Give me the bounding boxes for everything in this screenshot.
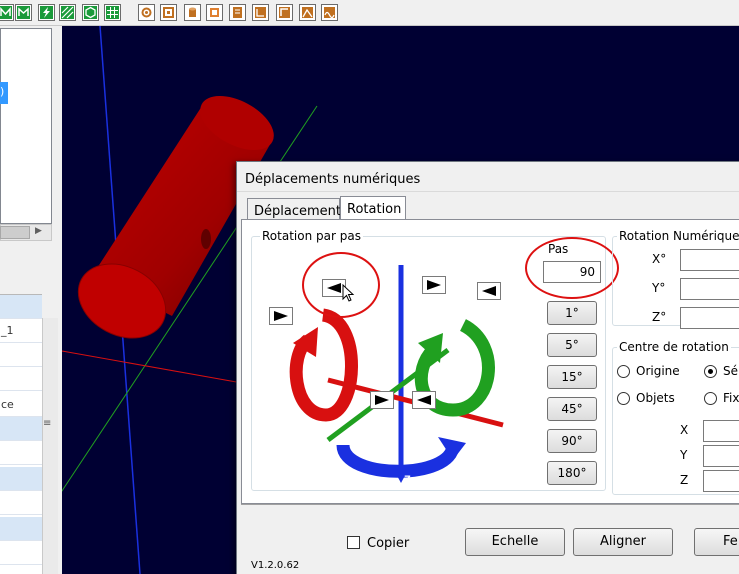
arrow-right-icon <box>274 311 288 321</box>
radio-fixe-label: Fixe <box>723 391 739 405</box>
green-hatch-icon[interactable] <box>59 4 76 21</box>
rotate-z-negative-button[interactable] <box>412 391 436 409</box>
annotation-circle <box>302 252 380 318</box>
step-180-button[interactable]: 180° <box>547 461 597 485</box>
rot-z-input[interactable] <box>680 307 739 329</box>
scrollbar-grip-icon[interactable]: ≡ <box>43 418 51 429</box>
ring-icon[interactable] <box>138 4 155 21</box>
green-m-icon[interactable] <box>15 4 32 21</box>
group-legend: Rotation par pas <box>260 229 363 243</box>
axis-label-y: Y <box>466 378 474 390</box>
rotate-y-positive-button[interactable] <box>422 276 446 294</box>
rotate-z-positive-button[interactable] <box>370 391 394 409</box>
centre-z-label: Z <box>680 473 689 487</box>
step-5-button[interactable]: 5° <box>547 333 597 357</box>
list-item[interactable]: ce <box>0 393 42 417</box>
aligner-button[interactable]: Aligner <box>573 528 673 556</box>
rotate-y-negative-button[interactable] <box>477 282 501 300</box>
list-item[interactable] <box>0 295 42 319</box>
main-toolbar <box>0 0 739 26</box>
layer-icon[interactable] <box>252 4 269 21</box>
numeric-move-dialog: Déplacements numériques Déplacement Rota… <box>236 161 739 574</box>
list-item[interactable] <box>0 491 42 515</box>
radio-selection-label: Sél <box>723 364 739 378</box>
radio-objets-label: Objets <box>636 391 675 405</box>
centre-x-label: X <box>680 423 689 437</box>
dialog-title: Déplacements numériques <box>237 162 739 192</box>
tab-deplacement[interactable]: Déplacement <box>247 198 341 220</box>
tab-rotation[interactable]: Rotation <box>340 196 406 220</box>
green-m-icon[interactable] <box>0 4 14 21</box>
arrow-left-icon <box>417 395 431 405</box>
annotation-circle <box>525 237 619 299</box>
mountain-icon[interactable] <box>299 4 316 21</box>
list-item[interactable]: _1 <box>0 319 42 343</box>
rot-y-input[interactable] <box>680 278 739 300</box>
corner-icon[interactable] <box>276 4 293 21</box>
copier-label: Copier <box>367 536 410 551</box>
wave-icon[interactable] <box>321 4 338 21</box>
radio-origine[interactable] <box>617 365 630 378</box>
rot-x-label: X° <box>652 252 667 266</box>
axis-label-z: Z <box>404 474 411 486</box>
square-target-icon[interactable] <box>160 4 177 21</box>
rot-x-input[interactable] <box>680 249 739 271</box>
list-item[interactable] <box>0 467 42 491</box>
centre-z-input[interactable] <box>703 470 739 492</box>
green-lightning-icon[interactable] <box>38 4 55 21</box>
green-grid-icon[interactable] <box>104 4 121 21</box>
radio-selection[interactable] <box>704 365 717 378</box>
list-item[interactable] <box>0 441 42 465</box>
scroll-right-icon[interactable]: ▶ <box>35 226 42 236</box>
centre-x-input[interactable] <box>703 420 739 442</box>
scrollbar-thumb[interactable] <box>0 226 30 239</box>
tool-icon[interactable] <box>206 4 223 21</box>
step-90-button[interactable]: 90° <box>547 429 597 453</box>
centre-y-input[interactable] <box>703 445 739 467</box>
rot-y-label: Y° <box>652 281 666 295</box>
object-tree[interactable] <box>0 28 52 224</box>
version-label: V1.2.0.62 <box>251 560 300 571</box>
property-list: _1 ce <box>0 294 42 574</box>
rotate-x-positive-button[interactable] <box>269 307 293 325</box>
arrow-right-icon <box>375 395 389 405</box>
tree-selected-label: ) <box>0 85 5 98</box>
fermer-button[interactable]: Fe <box>694 528 739 556</box>
x-rotation-arrow <box>289 308 358 422</box>
rot-z-label: Z° <box>652 310 667 324</box>
arrow-right-icon <box>427 280 441 290</box>
list-item-label: _1 <box>1 324 14 337</box>
step-1-button[interactable]: 1° <box>547 301 597 325</box>
radio-fixe[interactable] <box>704 392 717 405</box>
arrow-left-icon <box>482 286 496 296</box>
rotation-tab-panel: Rotation par pas X Y Z Pas 90 1° 5° 15° … <box>241 219 739 504</box>
group-legend: Centre de rotation <box>617 340 731 354</box>
echelle-button[interactable]: Echelle <box>465 528 565 556</box>
z-rotation-arrow <box>336 443 460 478</box>
cylinder-hole <box>201 229 211 249</box>
centre-y-label: Y <box>680 448 688 462</box>
copier-checkbox[interactable] <box>347 536 360 549</box>
radio-origine-label: Origine <box>636 364 680 378</box>
tab-label: Déplacement <box>254 204 341 219</box>
list-vertical-scrollbar[interactable] <box>42 318 58 574</box>
green-hexagon-icon[interactable] <box>82 4 99 21</box>
radio-objets[interactable] <box>617 392 630 405</box>
list-item[interactable] <box>0 343 42 367</box>
tab-label: Rotation <box>347 202 402 217</box>
list-item[interactable] <box>0 541 42 565</box>
list-item-label: ce <box>1 398 14 411</box>
list-item[interactable] <box>0 517 42 541</box>
list-item[interactable] <box>0 417 42 441</box>
group-legend: Rotation Numérique <box>617 229 739 243</box>
bottom-divider <box>241 504 739 505</box>
list-item[interactable] <box>0 367 42 391</box>
cylinder-icon[interactable] <box>184 4 201 21</box>
step-45-button[interactable]: 45° <box>547 397 597 421</box>
step-15-button[interactable]: 15° <box>547 365 597 389</box>
axis-label-x: X <box>315 386 323 398</box>
layer-icon[interactable] <box>229 4 246 21</box>
